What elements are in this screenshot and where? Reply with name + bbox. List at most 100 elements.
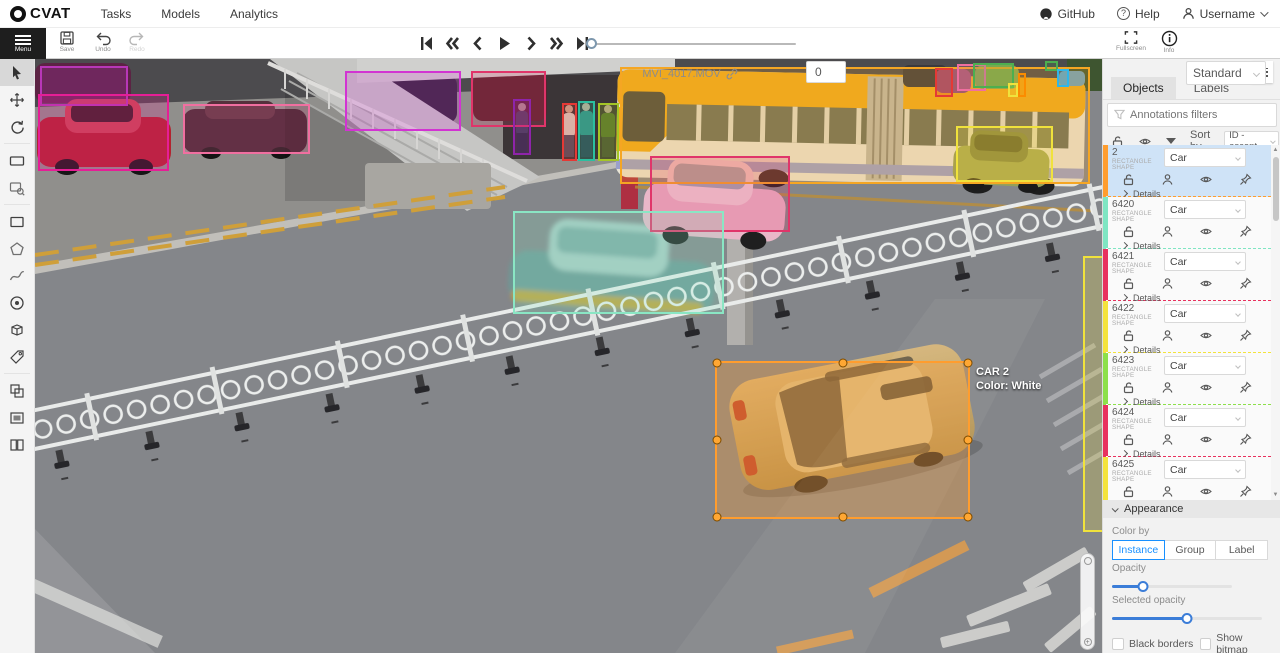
- tool-fit-image[interactable]: [0, 147, 34, 174]
- object-hide-button[interactable]: [1199, 329, 1213, 342]
- resize-handle[interactable]: [964, 513, 973, 522]
- objects-list-scrollbar[interactable]: [1271, 145, 1280, 500]
- frame-number-input[interactable]: [806, 61, 846, 83]
- object-list-item[interactable]: 6422 RECTANGLE SHAPE Car Details: [1103, 301, 1280, 353]
- object-pin-button[interactable]: [1239, 173, 1252, 186]
- annotations-filter-input[interactable]: [1107, 103, 1277, 127]
- tool-split[interactable]: [0, 431, 34, 458]
- canvas-scrollbar[interactable]: [1080, 553, 1095, 650]
- annotation-box[interactable]: [578, 101, 595, 161]
- opacity-slider-handle[interactable]: [1138, 581, 1149, 592]
- annotation-box[interactable]: [1057, 69, 1069, 87]
- object-hide-button[interactable]: [1199, 277, 1213, 290]
- object-list-item[interactable]: 6424 RECTANGLE SHAPE Car Details: [1103, 405, 1280, 457]
- nav-tasks[interactable]: Tasks: [101, 7, 132, 21]
- tool-cursor[interactable]: [0, 59, 34, 86]
- selected-opacity-slider-handle[interactable]: [1182, 613, 1193, 624]
- annotation-box[interactable]: [1018, 73, 1026, 97]
- frame-link-icon[interactable]: [726, 68, 738, 80]
- object-occluded-button[interactable]: [1161, 329, 1174, 342]
- annotation-box-selected[interactable]: [715, 361, 970, 519]
- resize-handle[interactable]: [838, 359, 847, 368]
- scrollbar-handle[interactable]: [1084, 557, 1092, 565]
- object-pin-button[interactable]: [1239, 433, 1252, 446]
- tool-draw-points[interactable]: [0, 289, 34, 316]
- annotation-box[interactable]: [38, 94, 169, 171]
- cvat-logo[interactable]: CVAT: [10, 5, 71, 22]
- annotation-box[interactable]: [513, 211, 724, 314]
- tool-draw-cuboid[interactable]: [0, 316, 34, 343]
- tool-setup-tag[interactable]: [0, 343, 34, 370]
- nav-analytics[interactable]: Analytics: [230, 7, 278, 21]
- object-hide-button[interactable]: [1199, 381, 1213, 394]
- object-list-item[interactable]: 2 RECTANGLE SHAPE Car Details: [1103, 145, 1280, 197]
- object-hide-button[interactable]: [1199, 433, 1213, 446]
- expand-all-button[interactable]: [1166, 137, 1176, 145]
- object-lock-button[interactable]: [1122, 277, 1135, 290]
- annotation-box[interactable]: [598, 103, 619, 161]
- object-lock-button[interactable]: [1122, 433, 1135, 446]
- appearance-header[interactable]: Appearance: [1103, 500, 1280, 518]
- object-pin-button[interactable]: [1239, 381, 1252, 394]
- selected-opacity-slider[interactable]: [1112, 612, 1262, 624]
- object-hide-button[interactable]: [1199, 173, 1213, 186]
- redo-button[interactable]: Redo: [120, 30, 154, 53]
- object-occluded-button[interactable]: [1161, 485, 1174, 498]
- undo-button[interactable]: Undo: [86, 30, 120, 53]
- annotation-box[interactable]: [1083, 256, 1102, 532]
- next-frame-button[interactable]: [520, 33, 541, 54]
- object-label-select[interactable]: Car: [1164, 356, 1246, 375]
- forward-button[interactable]: [546, 33, 567, 54]
- tool-draw-rectangle[interactable]: [0, 208, 34, 235]
- annotation-box[interactable]: [562, 103, 577, 161]
- play-button[interactable]: [494, 33, 515, 54]
- frame-slider-handle[interactable]: [586, 38, 597, 49]
- color-by-instance[interactable]: Instance: [1112, 540, 1165, 560]
- object-label-select[interactable]: Car: [1164, 460, 1246, 479]
- object-list-item[interactable]: 6425 RECTANGLE SHAPE Car Details: [1103, 457, 1280, 500]
- object-label-select[interactable]: Car: [1164, 408, 1246, 427]
- color-by-label-option[interactable]: Label: [1215, 540, 1268, 560]
- object-occluded-button[interactable]: [1161, 277, 1174, 290]
- object-list-item[interactable]: 6423 RECTANGLE SHAPE Car Details: [1103, 353, 1280, 405]
- object-occluded-button[interactable]: [1161, 173, 1174, 186]
- tool-rotate[interactable]: [0, 113, 34, 140]
- github-link[interactable]: GitHub: [1039, 7, 1095, 21]
- object-lock-button[interactable]: [1122, 329, 1135, 342]
- object-label-select[interactable]: Car: [1164, 304, 1246, 323]
- tool-draw-polyline[interactable]: [0, 262, 34, 289]
- object-pin-button[interactable]: [1239, 277, 1252, 290]
- annotation-canvas[interactable]: CAR 2 Color: White: [35, 59, 1102, 653]
- object-list-item[interactable]: 6420 RECTANGLE SHAPE Car Details: [1103, 197, 1280, 249]
- annotation-box[interactable]: [345, 71, 461, 131]
- help-link[interactable]: Help: [1117, 7, 1160, 21]
- frame-slider[interactable]: [586, 40, 796, 48]
- object-occluded-button[interactable]: [1161, 381, 1174, 394]
- object-label-select[interactable]: Car: [1164, 148, 1246, 167]
- black-borders-checkbox[interactable]: Black borders: [1112, 632, 1200, 653]
- resize-handle[interactable]: [964, 436, 973, 445]
- nav-models[interactable]: Models: [161, 7, 200, 21]
- annotation-box[interactable]: [513, 99, 531, 155]
- scrollbar-plus-icon[interactable]: [1084, 638, 1092, 646]
- menu-button[interactable]: Menu: [0, 28, 46, 59]
- save-button[interactable]: Save: [50, 30, 84, 53]
- annotation-box[interactable]: [471, 71, 546, 127]
- object-occluded-button[interactable]: [1161, 433, 1174, 446]
- object-hide-button[interactable]: [1199, 485, 1213, 498]
- object-lock-button[interactable]: [1122, 381, 1135, 394]
- object-lock-button[interactable]: [1122, 173, 1135, 186]
- show-bitmap-checkbox[interactable]: Show bitmap: [1200, 632, 1272, 653]
- color-by-group[interactable]: Group: [1164, 540, 1217, 560]
- object-pin-button[interactable]: [1239, 329, 1252, 342]
- resize-handle[interactable]: [838, 513, 847, 522]
- object-label-select[interactable]: Car: [1164, 200, 1246, 219]
- object-lock-button[interactable]: [1122, 225, 1135, 238]
- fullscreen-button[interactable]: Fullscreen: [1114, 30, 1148, 52]
- annotation-box[interactable]: [935, 68, 953, 97]
- resize-handle[interactable]: [964, 359, 973, 368]
- resize-handle[interactable]: [713, 436, 722, 445]
- annotation-box[interactable]: [956, 126, 1053, 182]
- annotation-box[interactable]: [183, 104, 310, 154]
- tool-move[interactable]: [0, 86, 34, 113]
